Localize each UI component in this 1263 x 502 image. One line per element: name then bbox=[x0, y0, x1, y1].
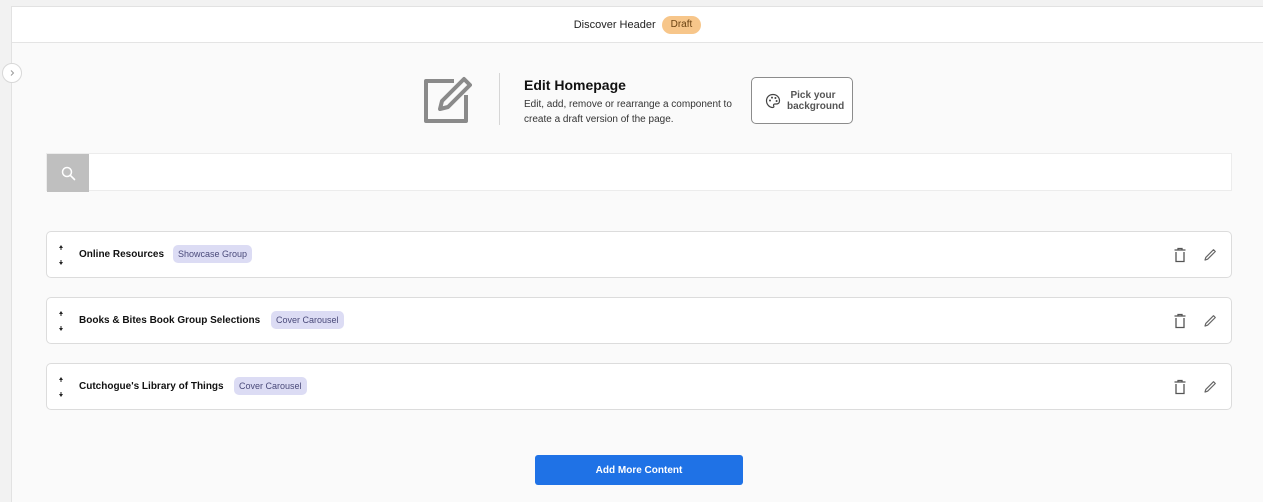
component-type-tag: Cover Carousel bbox=[234, 377, 307, 395]
drag-arrows-icon[interactable] bbox=[56, 310, 66, 332]
divider bbox=[499, 73, 500, 125]
pencil-icon[interactable] bbox=[1202, 313, 1218, 329]
pick-background-button[interactable]: Pick your background bbox=[751, 77, 853, 124]
component-name: Cutchogue's Library of Things bbox=[79, 381, 224, 392]
page-title: Discover Header bbox=[573, 18, 656, 31]
pick-background-label: Pick your background bbox=[787, 89, 845, 112]
component-row-books-bites[interactable]: Books & Bites Book Group Selections Cove… bbox=[46, 297, 1232, 344]
edit-homepage-intro: Edit Homepage Edit, add, remove or rearr… bbox=[420, 71, 860, 135]
drag-arrows-icon[interactable] bbox=[56, 376, 66, 398]
trash-icon[interactable] bbox=[1173, 313, 1187, 329]
component-search bbox=[46, 153, 1232, 192]
pencil-icon[interactable] bbox=[1202, 247, 1218, 263]
component-row-online-resources[interactable]: Online Resources Showcase Group bbox=[46, 231, 1232, 278]
edit-square-icon bbox=[424, 77, 472, 123]
intro-heading: Edit Homepage bbox=[524, 77, 626, 93]
component-name: Online Resources bbox=[79, 249, 165, 260]
component-type-tag: Cover Carousel bbox=[271, 311, 344, 329]
drag-arrows-icon[interactable] bbox=[56, 244, 66, 266]
palette-icon bbox=[765, 93, 781, 108]
trash-icon[interactable] bbox=[1173, 379, 1187, 395]
search-icon bbox=[61, 166, 75, 180]
page-header: Discover Header Draft bbox=[12, 7, 1263, 43]
add-more-content-button[interactable]: Add More Content bbox=[535, 455, 743, 485]
status-badge: Draft bbox=[661, 15, 702, 34]
component-row-library-of-things[interactable]: Cutchogue's Library of Things Cover Caro… bbox=[46, 363, 1232, 410]
editor-panel: Discover Header Draft Edit Homepage Edit… bbox=[2, 6, 1263, 502]
component-type-tag: Showcase Group bbox=[173, 245, 253, 263]
pencil-icon[interactable] bbox=[1202, 379, 1218, 395]
trash-icon[interactable] bbox=[1173, 247, 1187, 263]
search-input[interactable] bbox=[95, 154, 1225, 190]
collapse-sidebar-button[interactable] bbox=[2, 63, 22, 83]
component-name: Books & Bites Book Group Selections bbox=[79, 315, 261, 326]
intro-description: Edit, add, remove or rearrange a compone… bbox=[524, 99, 732, 125]
search-button[interactable] bbox=[47, 154, 89, 192]
chevron-right-icon bbox=[10, 70, 15, 76]
